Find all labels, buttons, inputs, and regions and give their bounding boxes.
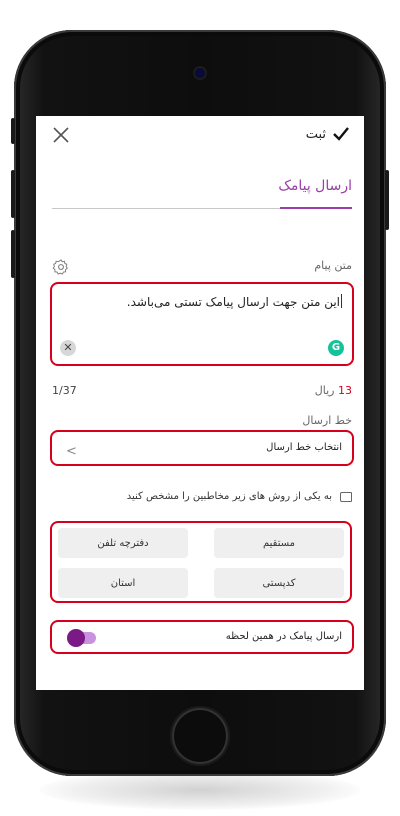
- send-now-row: ارسال پیامک در همین لحظه: [50, 620, 354, 654]
- top-bar: ثبت: [36, 116, 364, 156]
- clear-text-button[interactable]: ✕: [60, 340, 76, 356]
- volume-down-button: [11, 230, 15, 278]
- volume-up-button: [11, 170, 15, 218]
- check-icon: [333, 127, 349, 141]
- send-now-label: ارسال پیامک در همین لحظه: [225, 631, 342, 642]
- recipients-hint: به یکی از روش های زیر مخاطبین را مشخص کن…: [127, 491, 352, 502]
- message-text: این متن جهت ارسال پیامک تستی می‌باشد.: [126, 294, 342, 309]
- app-screen: ثبت ارسال پیامک متن پیام این متن جهت ارس…: [36, 116, 364, 690]
- gear-icon[interactable]: [52, 258, 70, 276]
- toggle-knob: [67, 629, 85, 647]
- grammarly-icon[interactable]: G: [328, 340, 344, 356]
- front-camera: [195, 68, 205, 78]
- option-province[interactable]: استان: [58, 568, 188, 598]
- sms-cost: 13 ریال: [314, 384, 352, 397]
- line-select[interactable]: انتخاب خط ارسال <: [50, 430, 354, 466]
- option-phonebook[interactable]: دفترچه تلفن: [58, 528, 188, 558]
- option-postal-code[interactable]: کدپستی: [214, 568, 344, 598]
- mute-switch: [11, 118, 15, 144]
- send-now-toggle[interactable]: [67, 629, 96, 647]
- message-textarea[interactable]: این متن جهت ارسال پیامک تستی می‌باشد. ✕ …: [50, 282, 354, 366]
- home-button[interactable]: [172, 708, 228, 764]
- tab-active-indicator: [280, 207, 352, 209]
- chevron-left-icon: <: [66, 444, 77, 459]
- line-select-placeholder: انتخاب خط ارسال: [266, 442, 342, 453]
- save-label: ثبت: [305, 126, 326, 142]
- recipient-methods: مستقیم دفترچه تلفن کدپستی استان: [50, 521, 352, 603]
- text-caret: [341, 294, 342, 308]
- tag-icon: [340, 491, 352, 502]
- char-counter: 1/37: [52, 384, 77, 397]
- save-button[interactable]: ثبت: [306, 126, 350, 142]
- message-label: متن پیام: [314, 259, 352, 272]
- tab-send-sms[interactable]: ارسال پیامک: [278, 178, 352, 194]
- line-label: خط ارسال: [302, 414, 352, 427]
- power-button: [385, 170, 389, 230]
- close-icon[interactable]: [52, 126, 70, 144]
- option-direct[interactable]: مستقیم: [214, 528, 344, 558]
- phone-shadow: [40, 770, 360, 810]
